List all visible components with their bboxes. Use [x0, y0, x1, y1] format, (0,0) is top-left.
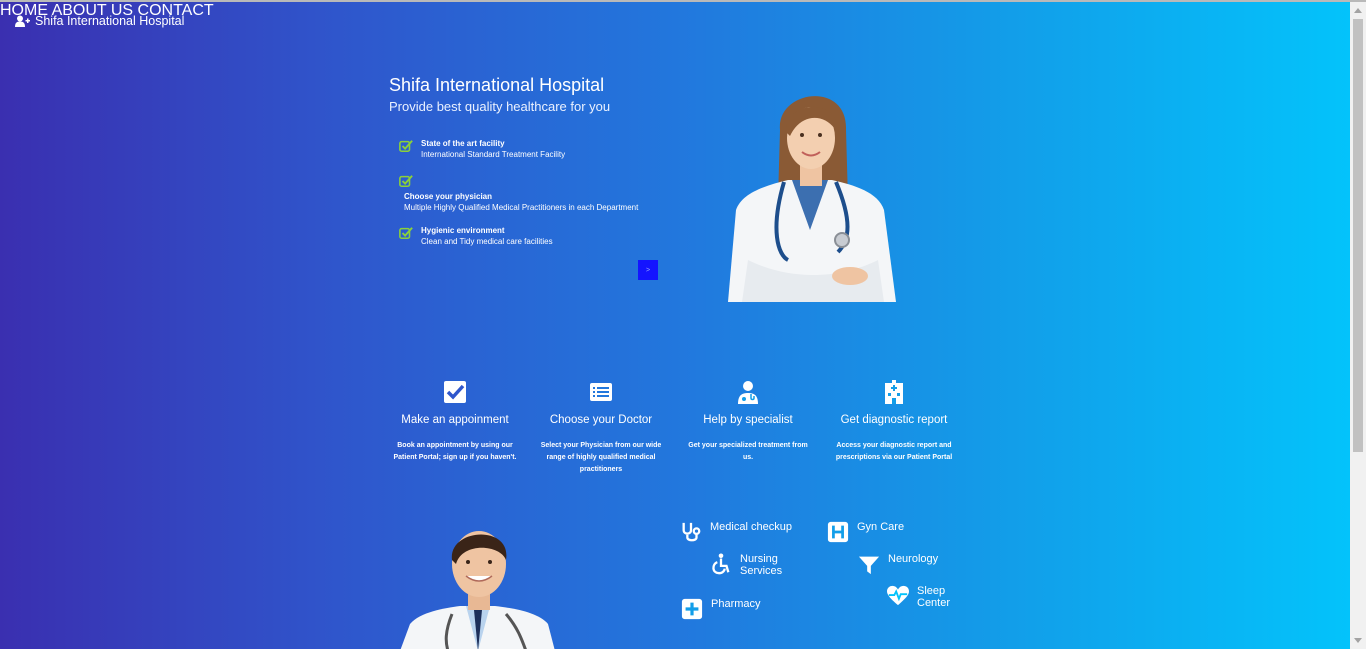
- male-doctor-image: [400, 531, 555, 649]
- list-card-icon: [590, 383, 612, 401]
- service-description: Access your diagnostic report and prescr…: [835, 442, 953, 461]
- service-description: Get your specialized treatment from us.: [688, 442, 808, 461]
- female-doctor-image: [728, 96, 896, 302]
- department-item[interactable]: Medical checkup: [680, 521, 792, 543]
- main-nav: HOME ABOUT US CONTACT: [0, 2, 1350, 20]
- department-label: Nursing Services: [740, 553, 783, 577]
- hero-title: Shifa International Hospital: [389, 75, 605, 95]
- check-square-icon: [399, 140, 413, 153]
- service-description: Select your Physician from our wide rang…: [540, 442, 662, 473]
- department-item[interactable]: Pharmacy: [681, 598, 761, 620]
- check-square-icon: [399, 227, 413, 240]
- hospital-h-icon: [827, 521, 849, 543]
- doctor-icon: [738, 381, 758, 404]
- check-square-icon: [399, 175, 413, 188]
- scroll-up-arrow-icon[interactable]: [1354, 8, 1362, 13]
- carousel-next-button[interactable]: >: [638, 260, 658, 280]
- service-card[interactable]: Make an appoinment Book an appointment b…: [390, 380, 520, 464]
- vertical-scrollbar[interactable]: [1350, 2, 1366, 649]
- feature-description: International Standard Treatment Facilit…: [421, 150, 566, 159]
- service-description: Book an appointment by using our Patient…: [393, 442, 517, 461]
- department-item[interactable]: Gyn Care: [827, 521, 904, 543]
- wheelchair-icon: [712, 553, 730, 575]
- department-label: Pharmacy: [711, 598, 761, 610]
- department-label: Neurology: [888, 553, 939, 565]
- hero-subtitle: Provide best quality healthcare for you: [389, 99, 611, 114]
- department-item[interactable]: Sleep Center: [887, 585, 977, 609]
- department-label: Sleep Center: [917, 585, 951, 609]
- stethoscope-icon: [682, 522, 701, 542]
- plus-square-icon: [681, 598, 703, 620]
- user-plus-icon: [15, 15, 30, 27]
- department-label: Medical checkup: [710, 521, 792, 533]
- feature-title: Choose your physician: [404, 192, 493, 201]
- filter-icon: [858, 556, 880, 575]
- service-title: Get diagnostic report: [840, 414, 948, 426]
- feature-description: Clean and Tidy medical care facilities: [421, 237, 553, 246]
- scroll-down-arrow-icon[interactable]: [1354, 638, 1362, 643]
- department-item[interactable]: Nursing Services: [710, 553, 810, 577]
- check-box-icon: [444, 381, 466, 403]
- department-item[interactable]: Neurology: [858, 553, 938, 575]
- brand[interactable]: Shifa International Hospital: [15, 14, 184, 28]
- scrollbar-thumb[interactable]: [1353, 19, 1363, 452]
- service-title: Choose your Doctor: [549, 414, 653, 426]
- service-card[interactable]: Help by specialist Get your specialized …: [683, 380, 813, 464]
- heartbeat-icon: [887, 585, 909, 606]
- brand-name: Shifa International Hospital: [35, 14, 185, 28]
- landing-page: Shifa International Hospital HOME ABOUT …: [0, 2, 1350, 649]
- hospital-building-icon: [885, 380, 903, 404]
- service-title: Help by specialist: [703, 414, 793, 426]
- feature-title: State of the art facility: [421, 139, 505, 148]
- service-card[interactable]: Choose your Doctor Select your Physician…: [536, 380, 666, 476]
- department-label: Gyn Care: [857, 521, 905, 533]
- service-title: Make an appoinment: [401, 414, 509, 426]
- feature-description: Multiple Highly Qualified Medical Practi…: [404, 203, 639, 212]
- feature-title: Hygienic environment: [421, 226, 505, 235]
- service-card[interactable]: Get diagnostic report Access your diagno…: [829, 380, 959, 464]
